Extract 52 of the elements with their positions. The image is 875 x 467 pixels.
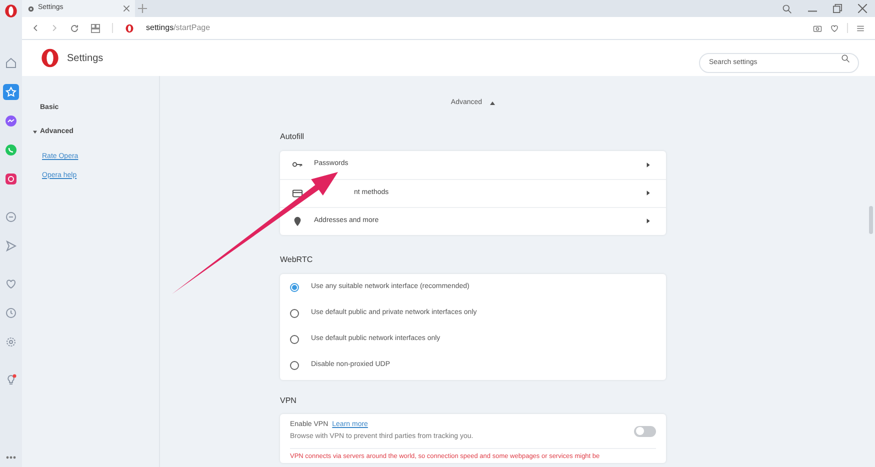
new-tab-icon[interactable] <box>138 4 147 13</box>
sidebar-button[interactable] <box>3 84 19 100</box>
credit-card-icon <box>292 188 302 198</box>
sidebar-button[interactable] <box>3 142 19 158</box>
search-icon[interactable] <box>782 4 792 14</box>
close-icon[interactable] <box>123 5 130 12</box>
logo-icon <box>4 4 18 18</box>
section-title: Autofill <box>280 130 306 142</box>
clock-icon <box>5 307 17 319</box>
chevron-right-icon <box>645 190 651 196</box>
camera-icon[interactable] <box>813 24 822 32</box>
sidebar-button[interactable] <box>3 55 19 71</box>
grid-icon[interactable] <box>91 24 100 32</box>
sidebar-button[interactable] <box>3 113 19 129</box>
reload-icon[interactable] <box>70 24 79 32</box>
chevron-right-icon <box>645 162 651 168</box>
sliders-icon[interactable] <box>856 24 865 32</box>
toggle-switch[interactable] <box>634 426 656 436</box>
sidebar-button[interactable] <box>3 238 19 254</box>
caret-icon <box>490 101 496 106</box>
close-icon[interactable] <box>858 4 867 13</box>
heart-icon[interactable] <box>830 24 839 32</box>
restore-icon[interactable] <box>833 4 842 13</box>
more-icon[interactable] <box>6 456 16 459</box>
scrollbar <box>869 206 873 234</box>
location-pin-icon <box>292 216 302 226</box>
search-icon <box>841 54 850 62</box>
section-title: VPN <box>280 394 298 406</box>
sidebar-button[interactable] <box>3 171 19 187</box>
caret-icon <box>33 130 37 134</box>
star-icon <box>5 86 17 98</box>
send-icon <box>5 240 17 252</box>
chat-bubble-icon <box>5 115 17 127</box>
logo-icon <box>40 48 60 68</box>
phone-bubble-icon <box>5 144 17 156</box>
url-text[interactable]: settings/startPage <box>146 22 210 34</box>
page-title: Settings <box>67 52 104 66</box>
key-icon <box>292 159 302 170</box>
gear-icon <box>27 4 35 12</box>
home-icon <box>5 57 17 69</box>
forward-icon[interactable] <box>51 24 58 32</box>
logo-icon <box>125 24 134 32</box>
bulb-icon <box>5 374 17 386</box>
sidebar-button[interactable] <box>3 209 19 225</box>
heart-icon <box>5 278 17 290</box>
chevron-right-icon <box>645 218 651 224</box>
camera-icon <box>5 173 17 185</box>
circle-icon <box>5 211 17 223</box>
section-title: WebRTC <box>280 254 314 266</box>
sidebar-button[interactable] <box>3 305 19 321</box>
back-icon[interactable] <box>32 24 39 32</box>
settings-icon <box>5 336 17 348</box>
